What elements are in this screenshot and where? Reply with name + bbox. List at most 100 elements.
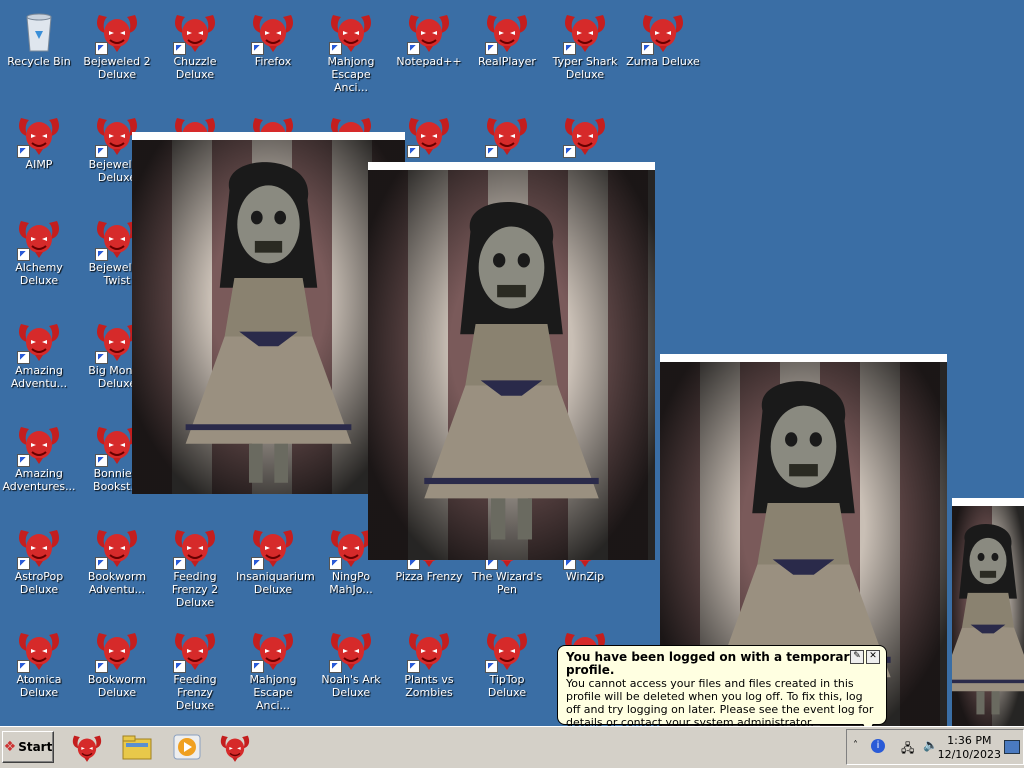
balloon-buttons: ✎ ✕ <box>850 650 880 664</box>
desktop-icon[interactable]: Zuma Deluxe <box>624 3 702 68</box>
desktop-icon[interactable]: AstroPop Deluxe <box>0 518 78 596</box>
balloon-title: You have been logged on with a temporary… <box>566 650 858 677</box>
desktop-icon-label: Insaniquarium Deluxe <box>236 570 315 596</box>
devil-app-icon <box>171 9 219 55</box>
desktop-icon[interactable]: Recycle Bin <box>0 3 78 68</box>
devil-app-icon <box>483 627 531 673</box>
temporary-profile-notification[interactable]: ✎ ✕ You have been logged on with a tempo… <box>557 645 887 729</box>
desktop-icon-label: Feeding Frenzy 2 Deluxe <box>171 570 219 609</box>
desktop-icon[interactable]: TipTop Deluxe <box>468 621 546 699</box>
start-button[interactable]: ❖ Start <box>2 731 54 763</box>
devil-app-icon <box>15 421 63 467</box>
options-icon[interactable]: ✎ <box>850 650 864 664</box>
desktop-icon[interactable]: Insaniquarium Deluxe <box>234 518 315 596</box>
devil-app-icon <box>405 627 453 673</box>
show-desktop-icon[interactable] <box>1004 740 1020 754</box>
clock-date: 12/10/2023 <box>937 748 1001 761</box>
doll-photo-window[interactable] <box>952 498 1024 726</box>
doll-figure <box>424 201 599 540</box>
taskbar-devil-app-icon[interactable] <box>70 731 104 763</box>
desktop-icon[interactable]: Plants vs Zombies <box>390 621 468 699</box>
devil-app-icon <box>93 627 141 673</box>
devil-app-icon <box>15 215 63 261</box>
desktop-icon-label: Zuma Deluxe <box>626 55 700 68</box>
devil-app-icon <box>93 524 141 570</box>
desktop-icon-label: Noah's Ark Deluxe <box>321 673 381 699</box>
shortcut-arrow-icon <box>95 660 108 673</box>
desktop-icon[interactable]: Typer Shark Deluxe <box>546 3 624 81</box>
devil-app-icon <box>15 627 63 673</box>
doll-figure <box>185 162 352 483</box>
devil-app-icon <box>93 9 141 55</box>
devil-app-icon <box>561 9 609 55</box>
desktop-icon[interactable]: RealPlayer <box>468 3 546 68</box>
show-hidden-icons-icon[interactable]: ˄ <box>853 740 858 751</box>
devil-app-icon <box>249 524 297 570</box>
desktop-icon[interactable]: Bejeweled 2 Deluxe <box>78 3 156 81</box>
network-icon[interactable]: 🖧 <box>901 739 914 760</box>
desktop-icon[interactable]: Feeding Frenzy Deluxe <box>156 621 234 712</box>
desktop-icon[interactable]: Amazing Adventures... <box>0 415 78 493</box>
shortcut-arrow-icon <box>95 248 108 261</box>
desktop-icon[interactable]: Bookworm Deluxe <box>78 621 156 699</box>
desktop-icon[interactable]: Atomica Deluxe <box>0 621 78 699</box>
shortcut-arrow-icon <box>95 557 108 570</box>
desktop-icon-label: Bookworm Adventu... <box>87 570 147 596</box>
shortcut-arrow-icon <box>407 145 420 158</box>
devil-app-icon <box>405 9 453 55</box>
shortcut-arrow-icon <box>641 42 654 55</box>
doll-photo-window[interactable] <box>368 162 655 560</box>
desktop-icon-label: Pizza Frenzy <box>395 570 463 583</box>
desktop-icon-label: Firefox <box>254 55 292 68</box>
desktop-icon-label: Amazing Adventures... <box>2 467 76 493</box>
desktop-icon[interactable]: Alchemy Deluxe <box>0 209 78 287</box>
desktop-icon[interactable]: Firefox <box>234 3 312 68</box>
shortcut-arrow-icon <box>251 557 264 570</box>
doll-photo-window[interactable] <box>132 132 405 494</box>
media-player-icon[interactable] <box>170 731 204 763</box>
shortcut-arrow-icon <box>173 42 186 55</box>
shortcut-arrow-icon <box>563 42 576 55</box>
desktop[interactable]: Recycle Bin Bejeweled 2 Deluxe Chuzzle Del… <box>0 0 1024 726</box>
shortcut-arrow-icon <box>173 557 186 570</box>
desktop-icon[interactable]: Mahjong Escape Anci... <box>312 3 390 94</box>
taskbar: ❖ Start ˄ i 🖧 🔈 1:36 PM 12/10/2023 <box>0 726 1024 768</box>
devil-app-icon <box>483 9 531 55</box>
desktop-icon[interactable]: Bookworm Adventu... <box>78 518 156 596</box>
volume-icon[interactable]: 🔈 <box>923 738 938 752</box>
desktop-icon-label: Mahjong Escape Anci... <box>327 55 375 94</box>
folder-icon[interactable] <box>120 731 154 763</box>
shortcut-arrow-icon <box>485 145 498 158</box>
close-icon[interactable]: ✕ <box>866 650 880 664</box>
shortcut-arrow-icon <box>485 660 498 673</box>
shortcut-arrow-icon <box>95 351 108 364</box>
shortcut-arrow-icon <box>329 660 342 673</box>
desktop-icon[interactable] <box>468 106 546 158</box>
shortcut-arrow-icon <box>95 42 108 55</box>
desktop-icon[interactable]: Chuzzle Deluxe <box>156 3 234 81</box>
desktop-icon[interactable]: AIMP <box>0 106 78 171</box>
devil-app-icon <box>249 627 297 673</box>
devil-app-icon <box>327 9 375 55</box>
desktop-icon[interactable]: Amazing Adventu... <box>0 312 78 390</box>
desktop-icon[interactable]: Notepad++ <box>390 3 468 68</box>
taskbar-devil-app-icon-2[interactable] <box>218 731 252 763</box>
shortcut-arrow-icon <box>251 660 264 673</box>
desktop-icon-label: The Wizard's Pen <box>471 570 543 596</box>
desktop-icon-label: WinZip <box>565 570 605 583</box>
action-center-icon[interactable]: i <box>871 739 885 753</box>
devil-app-icon <box>639 9 687 55</box>
shortcut-arrow-icon <box>17 145 30 158</box>
devil-app-icon <box>171 524 219 570</box>
desktop-icon[interactable] <box>546 106 624 158</box>
desktop-icon-label: Bookworm Deluxe <box>87 673 147 699</box>
shortcut-arrow-icon <box>17 454 30 467</box>
devil-app-icon <box>249 9 297 55</box>
desktop-icon[interactable]: Mahjong Escape Anci... <box>234 621 312 712</box>
start-label: Start <box>18 740 53 754</box>
desktop-icon-label: Alchemy Deluxe <box>15 261 63 287</box>
clock[interactable]: 1:36 PM 12/10/2023 <box>938 734 1001 762</box>
desktop-icon[interactable]: Feeding Frenzy 2 Deluxe <box>156 518 234 609</box>
desktop-icon[interactable]: Noah's Ark Deluxe <box>312 621 390 699</box>
shortcut-arrow-icon <box>407 42 420 55</box>
